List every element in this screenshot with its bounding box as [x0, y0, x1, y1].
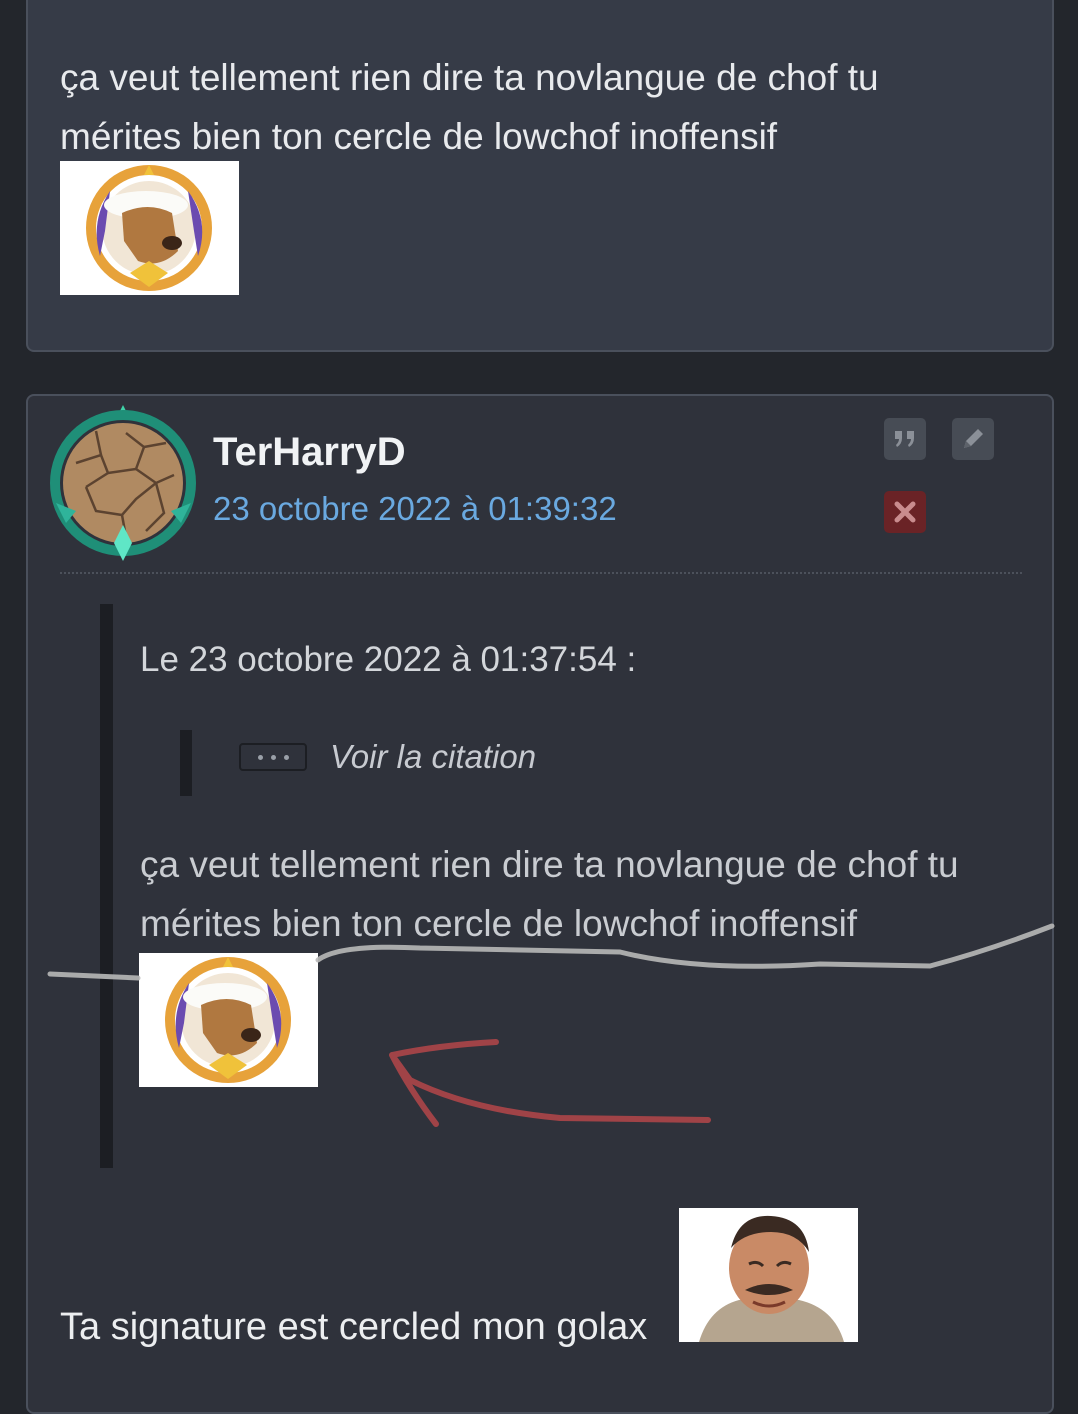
post-date[interactable]: 23 octobre 2022 à 01:39:32 — [213, 490, 617, 528]
reply-text: Ta signature est cercled mon golax — [60, 1306, 648, 1348]
pencil-icon — [964, 429, 983, 448]
quote-text: ça veut tellement rien dire ta novlangue… — [140, 844, 959, 944]
quote-bar — [100, 604, 113, 1168]
user-avatar[interactable] — [46, 403, 201, 563]
close-icon — [894, 501, 916, 523]
quote-button[interactable] — [884, 418, 926, 460]
quote-icon — [895, 431, 914, 447]
dot-icon — [270, 754, 276, 760]
delete-button[interactable] — [884, 491, 926, 533]
laughing-man-sticker[interactable] — [679, 1208, 858, 1342]
post-header-separator — [60, 572, 1022, 574]
dot-icon — [257, 754, 263, 760]
dog-chef-sticker[interactable] — [60, 161, 239, 295]
previous-post-message: ça veut tellement rien dire ta novlangue… — [60, 57, 879, 157]
show-quote-link[interactable]: Voir la citation — [330, 738, 536, 776]
username[interactable]: TerHarryD — [213, 430, 406, 475]
dog-chef-sticker[interactable] — [139, 953, 318, 1087]
quote-header: Le 23 octobre 2022 à 01:37:54 : — [140, 640, 637, 679]
dot-icon — [283, 754, 289, 760]
edit-button[interactable] — [952, 418, 994, 460]
nested-quote-bar — [180, 730, 192, 796]
expand-quote-button[interactable] — [239, 743, 307, 771]
